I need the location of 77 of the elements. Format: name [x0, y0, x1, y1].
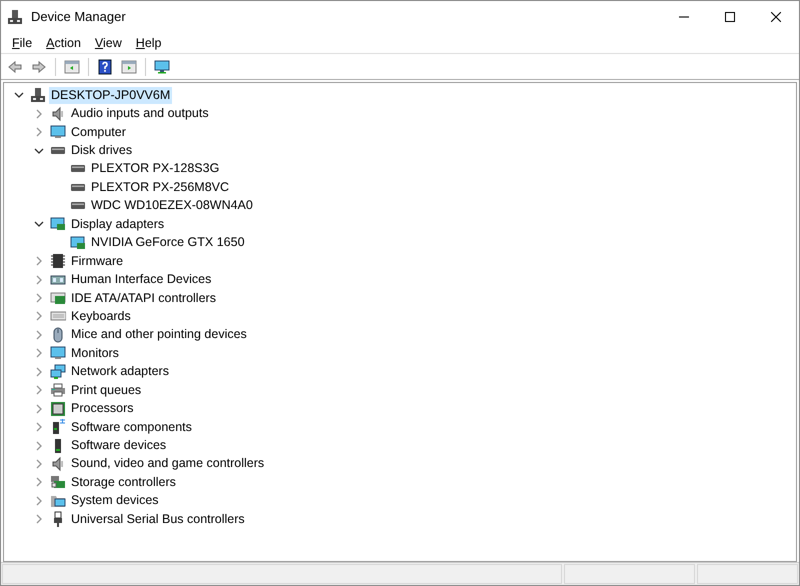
- tree-item[interactable]: NVIDIA GeForce GTX 1650: [89, 234, 247, 252]
- chevron-down-icon: [14, 92, 24, 98]
- storage-icon: [50, 474, 66, 490]
- tree-item[interactable]: DESKTOP-JP0VV6M: [49, 86, 172, 104]
- tree-item[interactable]: Software devices: [69, 437, 168, 454]
- chevron-right-icon: [36, 256, 42, 266]
- tree-item[interactable]: Display adapters: [69, 216, 166, 233]
- tree-item[interactable]: Disk drives: [69, 142, 134, 160]
- chevron-down-icon: [34, 221, 44, 228]
- menu-item[interactable]: View: [88, 32, 129, 53]
- tree-item[interactable]: System devices: [69, 492, 161, 510]
- chevron-right-icon: [36, 422, 42, 432]
- drive-icon: [70, 165, 86, 172]
- card-icon: [50, 216, 66, 232]
- monitor-icon: [50, 124, 66, 140]
- chevron-right-icon: [36, 440, 42, 451]
- app-icon: [7, 8, 23, 24]
- tower-icon: [50, 419, 66, 436]
- computer-icon: [30, 87, 46, 104]
- maximize-icon: [725, 12, 735, 22]
- close-icon: [771, 12, 781, 22]
- minimize-icon: [679, 16, 689, 18]
- chevron-right-icon: [36, 477, 42, 488]
- panel-icon: [121, 58, 137, 74]
- tree-item[interactable]: Audio inputs and outputs: [69, 105, 211, 122]
- tree-item[interactable]: Storage controllers: [69, 474, 178, 491]
- chip-icon: [50, 253, 66, 270]
- tree-item[interactable]: Monitors: [69, 344, 121, 362]
- forward-icon: [31, 58, 47, 74]
- tree-item[interactable]: WDC WD10EZEX-08WN4A0: [89, 197, 255, 214]
- tree-item[interactable]: IDE ATA/ATAPI controllers: [69, 290, 218, 307]
- tree-item[interactable]: Sound, video and game controllers: [69, 455, 266, 472]
- drive-icon: [70, 202, 86, 210]
- chevron-right-icon: [36, 404, 42, 414]
- chevron-right-icon: [36, 330, 42, 340]
- chip-icon: [50, 400, 66, 417]
- drive-icon: [70, 184, 86, 191]
- tree-item[interactable]: PLEXTOR PX-128S3G: [89, 160, 222, 178]
- panel-icon: [64, 58, 80, 74]
- tree-item[interactable]: Keyboards: [69, 308, 133, 325]
- menu-item[interactable]: Help: [128, 32, 169, 53]
- help-icon: [97, 58, 113, 74]
- tree-item[interactable]: Processors: [69, 400, 136, 418]
- menu-item[interactable]: Action: [39, 32, 88, 53]
- speaker-icon: [50, 456, 66, 472]
- tree-item[interactable]: Human Interface Devices: [69, 271, 214, 288]
- chevron-right-icon: [36, 514, 42, 524]
- tree-item[interactable]: Universal Serial Bus controllers: [69, 510, 247, 528]
- tree-item[interactable]: Mice and other pointing devices: [69, 326, 249, 344]
- card-icon: [70, 234, 86, 251]
- chevron-right-icon: [36, 293, 42, 304]
- monitor-icon: [154, 58, 170, 74]
- tree-item[interactable]: Computer: [69, 124, 128, 141]
- printer-icon: [50, 382, 66, 398]
- tree-item[interactable]: Print queues: [69, 382, 144, 399]
- chevron-right-icon: [36, 458, 42, 469]
- chevron-right-icon: [36, 311, 42, 322]
- window-title: Device Manager: [31, 8, 126, 26]
- chevron-down-icon: [34, 148, 44, 154]
- tree-item[interactable]: PLEXTOR PX-256M8VC: [89, 178, 232, 196]
- chevron-right-icon: [36, 348, 42, 358]
- menu-item[interactable]: File: [5, 32, 40, 53]
- chevron-right-icon: [36, 385, 42, 396]
- back-icon: [7, 58, 23, 74]
- tree-item[interactable]: Network adapters: [69, 363, 171, 380]
- network-icon: [50, 364, 66, 380]
- chevron-right-icon: [36, 366, 42, 377]
- drive-icon: [50, 147, 66, 154]
- tree-item[interactable]: Firmware: [69, 252, 126, 270]
- tree-item[interactable]: Software components: [69, 418, 194, 436]
- speaker-icon: [50, 106, 66, 122]
- card-icon: [50, 290, 66, 306]
- chevron-right-icon: [36, 127, 42, 138]
- monitor-icon: [50, 345, 66, 362]
- chevron-right-icon: [36, 496, 42, 506]
- chevron-right-icon: [36, 274, 42, 285]
- chevron-right-icon: [36, 108, 42, 119]
